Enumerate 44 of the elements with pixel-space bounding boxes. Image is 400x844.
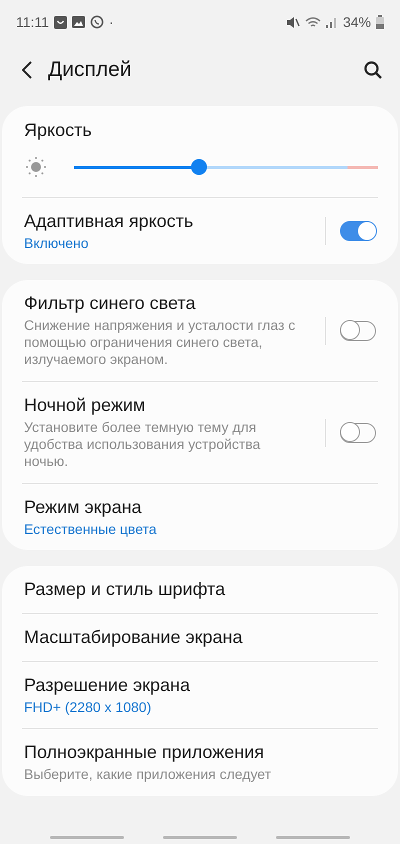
nav-handle[interactable] xyxy=(276,836,350,838)
setting-description: Установите более темную тему для удобства использования устройства ночью. xyxy=(24,419,262,470)
setting-title: Полноэкранные приложения xyxy=(24,742,266,763)
brightness-icon xyxy=(24,155,48,179)
bag-icon xyxy=(54,16,67,28)
toggle-switch[interactable] xyxy=(340,422,376,442)
chat-icon xyxy=(90,15,104,29)
brightness-label: Яркость xyxy=(24,120,93,141)
mute-icon xyxy=(286,16,300,28)
setting-title: Режим экрана xyxy=(24,497,143,518)
setting-title: Разрешение экрана xyxy=(24,675,191,696)
setting-title: Размер и стиль шрифта xyxy=(24,579,226,600)
setting-row[interactable]: Фильтр синего света Снижение напряжения и усталости глаз с помощью ограничения синего света, излучаемого экраном. xyxy=(22,280,378,381)
setting-row[interactable]: Ночной режим Установите более темную тему для удобства использования устройства ночью. xyxy=(22,381,378,483)
setting-row[interactable]: Адаптивная яркость Включено xyxy=(22,197,378,264)
image-icon xyxy=(72,16,85,28)
nav-handle[interactable] xyxy=(50,836,124,838)
slider-thumb[interactable] xyxy=(190,159,207,175)
toggle-switch[interactable] xyxy=(340,221,376,241)
setting-title: Адаптивная яркость xyxy=(24,211,194,232)
nav-handle[interactable] xyxy=(162,836,237,838)
setting-status: FHD+ (2280 x 1080) xyxy=(24,699,152,715)
signal-icon xyxy=(326,16,338,28)
setting-title: Ночной режим xyxy=(24,395,146,416)
setting-title: Масштабирование экрана xyxy=(24,627,244,648)
toggle-switch[interactable] xyxy=(340,320,376,340)
back-icon[interactable] xyxy=(22,61,32,79)
setting-row[interactable]: Режим экрана Естественные цвета xyxy=(22,483,378,550)
notification-dot: · xyxy=(108,14,114,30)
battery-icon xyxy=(376,15,384,29)
clock: 11:11 xyxy=(16,14,49,30)
wifi-icon xyxy=(304,16,321,28)
setting-row[interactable]: Размер и стиль шрифта xyxy=(22,566,378,613)
page-title: Дисплей xyxy=(48,58,132,82)
setting-title: Фильтр синего света xyxy=(24,293,196,314)
setting-description: Выберите, какие приложения следует xyxy=(24,766,272,783)
setting-status: Естественные цвета xyxy=(24,521,158,537)
search-icon[interactable] xyxy=(364,61,382,79)
setting-description: Снижение напряжения и усталости глаз с помощью ограничения синего света, излучаемого экраном. xyxy=(24,317,296,368)
setting-status: Включено xyxy=(24,235,90,251)
setting-row[interactable]: Масштабирование экрана xyxy=(22,613,378,661)
setting-row[interactable]: Полноэкранные приложения Выберите, какие приложения следует xyxy=(22,728,378,796)
battery-percent: 34% xyxy=(342,14,371,30)
setting-row[interactable]: Разрешение экрана FHD+ (2280 x 1080) xyxy=(22,661,378,728)
